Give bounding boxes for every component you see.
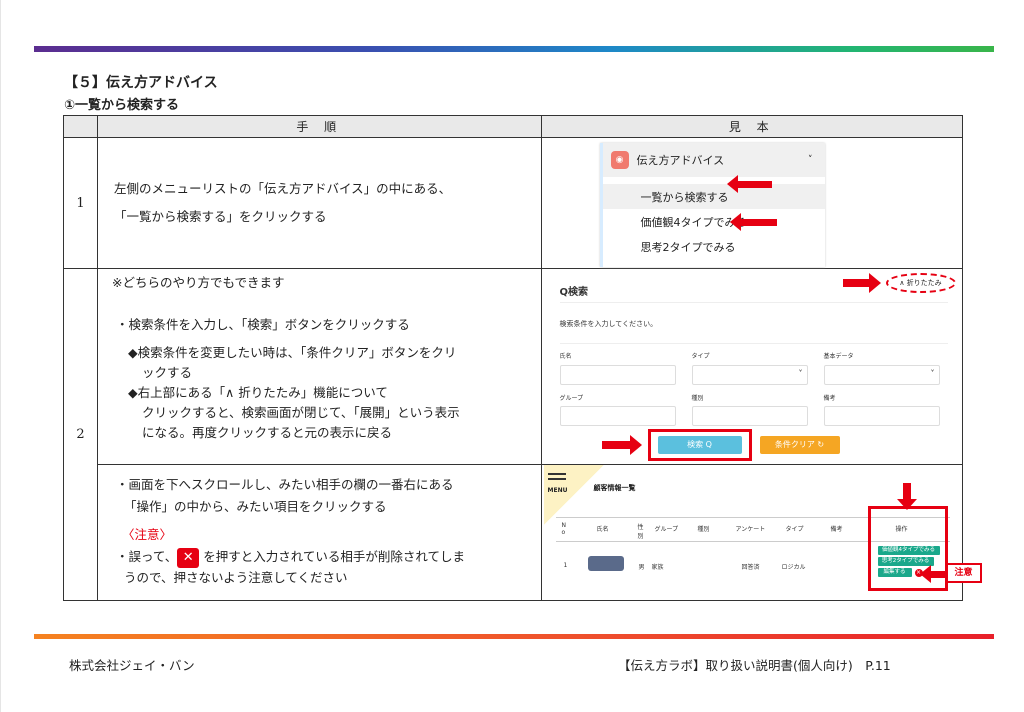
- step-line: 左側のメニューリストの「伝え方アドバイス」の中にある、: [113, 181, 452, 196]
- menu-item-list-search[interactable]: 一覧から検索する: [602, 184, 825, 209]
- column-header: 種別: [697, 526, 710, 533]
- step-text: 左側のメニューリストの「伝え方アドバイス」の中にある、 「一覧から検索する」をク…: [96, 137, 542, 269]
- column-header: タイプ: [785, 526, 804, 533]
- cell-group: 家族: [651, 564, 664, 571]
- step-line: クリックすると、検索画面が閉じて、「展開」という表示: [141, 405, 460, 420]
- sidebar-menu: ◉ 伝え方アドバイス ˅ 一覧から検索する 価値観4タイプでみる 思考2タイプで…: [599, 143, 825, 267]
- cell-anq: 回答済: [741, 564, 760, 571]
- menu-header[interactable]: ◉ 伝え方アドバイス ˅: [602, 143, 825, 177]
- blurred-name: [587, 556, 624, 571]
- caution-text: うので、押さないよう注意してください: [123, 569, 348, 585]
- delete-x-icon: ✕: [177, 547, 200, 568]
- subsection-title: ①一覧から検索する: [64, 98, 180, 113]
- chevron-down-icon[interactable]: ˅: [808, 155, 813, 165]
- column-header: グループ: [654, 526, 679, 533]
- cell-no: 1: [563, 562, 568, 569]
- list-heading: 顧客情報一覧: [593, 484, 636, 492]
- search-button[interactable]: 検索 Q: [657, 436, 742, 454]
- category-input[interactable]: [691, 406, 808, 426]
- field-label: 基本データ: [823, 353, 854, 360]
- field-label: グループ: [559, 395, 584, 402]
- step-line: ・画面を下へスクロールし、みたい相手の欄の一番右にある: [115, 477, 454, 492]
- step-text: ・画面を下へスクロールし、みたい相手の欄の一番右にある 「操作」の中から、みたい…: [96, 464, 542, 601]
- column-header: アンケート: [735, 526, 766, 533]
- caution-text: を押すと入力されている相手が削除されてしま: [203, 549, 465, 564]
- step-line: ックする: [141, 365, 192, 380]
- menu-title: 伝え方アドバイス: [636, 154, 725, 167]
- type-select[interactable]: ˅: [691, 365, 808, 385]
- step-line: になる。再度クリックすると元の表示に戻る: [141, 425, 392, 440]
- menu-item-thinking-2[interactable]: 思考2タイプでみる: [603, 234, 825, 259]
- op-values-button[interactable]: 価値観4タイプでみる: [877, 546, 940, 555]
- remarks-input[interactable]: [823, 406, 940, 426]
- field-label: 種別: [691, 395, 704, 402]
- chevron-down-icon: ˅: [930, 369, 935, 378]
- col-header-step: 手 順: [96, 115, 542, 138]
- sample-result-screenshot: MENU 顧客情報一覧 N o 氏名 性別 グループ 種別 アンケート タイプ …: [540, 464, 982, 601]
- cell-sex: 男: [638, 564, 645, 571]
- search-panel-title: Q検索: [559, 287, 589, 298]
- red-arrow-down-icon: [896, 483, 917, 510]
- caution-tag: 注意: [945, 563, 982, 583]
- menu-label[interactable]: MENU: [548, 487, 568, 494]
- column-header: 性別: [637, 524, 644, 540]
- field-label: タイプ: [691, 353, 710, 360]
- row-number: 2: [63, 268, 98, 601]
- search-hint: 検索条件を入力してください。: [559, 320, 658, 328]
- column-header: 氏名: [596, 526, 609, 533]
- instruction-table: 手 順 見 本 1 左側のメニューリストの「伝え方アドバイス」の中にある、 「一…: [63, 115, 982, 601]
- step-text: ※どちらのやり方でもできます ・検索条件を入力し、「検索」ボタンをクリックする …: [96, 268, 542, 465]
- footer-gradient-bar: [34, 634, 994, 639]
- red-arrow-icon: [601, 435, 642, 455]
- sample-search-screenshot: Q検索 ∧ 折りたたみ 検索条件を入力してください。 氏名 タイプ 基本データ …: [540, 268, 963, 465]
- column-header: 備考: [830, 526, 843, 533]
- step-line: ◆検索条件を変更したい時は、「条件クリア」ボタンをクリ: [127, 345, 457, 360]
- op-edit-button[interactable]: 編集する: [877, 568, 912, 577]
- fold-toggle[interactable]: ∧ 折りたたみ: [885, 273, 956, 293]
- field-label: 備考: [823, 395, 836, 402]
- document-page: 【５】伝え方アドバイス ①一覧から検索する 手 順 見 本 1 左側のメニューリ…: [0, 0, 1024, 712]
- footer-company: 株式会社ジェイ・バン: [69, 658, 195, 673]
- caution-text: ・誤って、: [115, 549, 178, 564]
- col-header-blank: [63, 115, 98, 138]
- clear-button[interactable]: 条件クリア ↻: [759, 436, 840, 454]
- red-arrow-icon: [726, 175, 772, 193]
- footer-document: 【伝え方ラボ】取り扱い説明書(個人向け) P.11: [618, 658, 891, 673]
- section-title: 【５】伝え方アドバイス: [64, 75, 218, 91]
- col-header-sample: 見 本: [540, 115, 963, 138]
- chevron-down-icon: ˅: [798, 369, 803, 378]
- row-number: 1: [63, 137, 98, 269]
- red-arrow-icon: [729, 213, 777, 231]
- header-gradient-bar: [34, 46, 994, 52]
- step-line: ◆右上部にある「∧ 折りたたみ」機能について: [127, 385, 388, 400]
- field-label: 氏名: [559, 353, 572, 360]
- step-line: ・検索条件を入力し、「検索」ボタンをクリックする: [115, 317, 410, 332]
- red-arrow-icon: [842, 273, 881, 293]
- column-header: N o: [561, 522, 567, 536]
- name-input[interactable]: [559, 365, 676, 385]
- cell-type: ロジカル: [781, 564, 806, 571]
- menu-item-values-4[interactable]: 価値観4タイプでみる: [603, 209, 825, 234]
- step-line: ※どちらのやり方でもできます: [111, 275, 285, 290]
- advice-app-icon: ◉: [610, 151, 629, 169]
- step-line: 「操作」の中から、みたい項目をクリックする: [123, 499, 387, 514]
- group-input[interactable]: [559, 406, 676, 426]
- step-line: 「一覧から検索する」をクリックする: [113, 209, 327, 224]
- sample-menu-screenshot: ◉ 伝え方アドバイス ˅ 一覧から検索する 価値観4タイプでみる 思考2タイプで…: [540, 137, 963, 269]
- caution-label: 〈注意〉: [121, 527, 172, 542]
- basic-data-select[interactable]: ˅: [823, 365, 940, 385]
- red-arrow-icon: [919, 565, 945, 583]
